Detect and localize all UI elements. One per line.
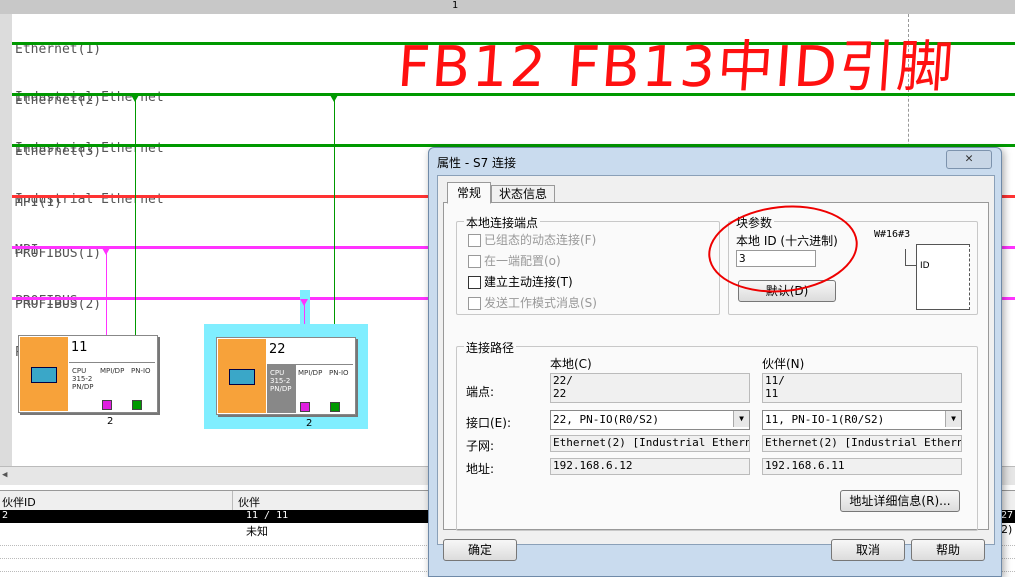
subnet-label: 子网:	[466, 439, 495, 453]
connector-arrow-icon	[300, 299, 308, 306]
station-name: 22	[269, 342, 286, 357]
checkbox-operating-mode-msg[interactable]	[468, 297, 481, 310]
divider	[69, 362, 155, 363]
checkbox-label: 在一端配置(o)	[484, 254, 561, 268]
ok-button[interactable]: 确定	[443, 539, 517, 561]
col-partner-header: 伙伴(N)	[762, 357, 805, 371]
profibus-port-icon[interactable]	[300, 402, 310, 412]
endpoint-label: 端点:	[466, 385, 495, 399]
connector-arrow-icon	[330, 95, 338, 102]
block-diagram-word: W#16#3	[874, 229, 911, 240]
subnet-partner-field: Ethernet(2) [Industrial Ethernet]	[762, 435, 962, 452]
checkbox-dynamic-connection[interactable]	[468, 234, 481, 247]
slot-pn-label: PN-IO	[131, 367, 151, 375]
block-diagram-pin: ID	[920, 261, 930, 271]
chevron-down-icon[interactable]: ▼	[945, 411, 961, 427]
group-title: 连接路径	[464, 339, 517, 356]
checkbox-label: 发送工作模式消息(S)	[484, 296, 597, 310]
endpoint-local-field: 22/ 22	[550, 373, 750, 403]
checkbox-active-connection[interactable]	[468, 276, 481, 289]
cancel-button[interactable]: 取消	[831, 539, 905, 561]
cell-partner-id: 2	[2, 510, 9, 521]
checkbox-label: 已组态的动态连接(F)	[484, 233, 597, 247]
cell-partner: 11 / 11	[246, 510, 289, 521]
station-11[interactable]: 11 CPU 315-2 PN/DP MPI/DP PN-IO	[18, 335, 158, 413]
rack-number: 2	[107, 416, 114, 427]
station-name: 11	[71, 340, 88, 355]
dialog-title: 属性 - S7 连接	[437, 156, 517, 170]
endpoint-partner-field: 11/ 11	[762, 373, 962, 403]
connector-arrow-icon	[102, 248, 110, 255]
group-title: 本地连接端点	[464, 214, 541, 231]
address-partner-field: 192.168.6.11	[762, 458, 962, 475]
cpu-label: CPU 315-2 PN/DP	[270, 369, 292, 393]
slot-pn-label: PN-IO	[329, 369, 349, 377]
slot-mpi-label: MPI/DP	[298, 369, 323, 377]
plc-icon	[229, 369, 255, 385]
checkbox-label: 建立主动连接(T)	[484, 275, 573, 289]
ruler-column-number: 1	[452, 0, 459, 11]
drop-station11-ethernet	[135, 96, 136, 336]
col-divider	[232, 491, 233, 511]
station-22[interactable]: 22 CPU 315-2 PN/DP MPI/DP PN-IO	[216, 337, 356, 415]
col-local-header: 本地(C)	[550, 357, 592, 371]
col-header-partner[interactable]: 伙伴	[238, 494, 260, 510]
subnet-local-field: Ethernet(2) [Industrial Ethernet]	[550, 435, 750, 452]
drop-station11-profibus	[106, 249, 107, 336]
connector-arrow-icon	[131, 95, 139, 102]
row-header-bar	[0, 14, 12, 466]
slot-mpi-label: MPI/DP	[100, 367, 125, 375]
select-value: 22, PN-IO(R0/S2)	[553, 413, 659, 426]
rack-number: 2	[306, 418, 313, 429]
select-value: 11, PN-IO-1(R0/S2)	[765, 413, 885, 426]
col-header-partner-id[interactable]: 伙伴ID	[2, 494, 36, 510]
scroll-left-icon[interactable]: ◀	[2, 470, 7, 480]
ethernet-port-icon[interactable]	[330, 402, 340, 412]
block-diagram-pin-line	[905, 249, 906, 265]
drop-station22-ethernet	[334, 96, 335, 338]
cpu-label: CPU 315-2 PN/DP	[72, 367, 94, 391]
tab-general[interactable]: 常规	[447, 182, 491, 204]
address-details-button[interactable]: 地址详细信息(R)...	[840, 490, 960, 512]
cell-right: 27	[1001, 510, 1014, 521]
plc-icon	[31, 367, 57, 383]
cell-partner: 未知	[246, 525, 268, 538]
s7-connection-properties-dialog[interactable]: 属性 - S7 连接 ✕ 常规 状态信息 本地连接端点 已组态的动态连接(F) …	[428, 147, 1002, 577]
block-diagram-pin-line	[905, 265, 916, 266]
close-icon[interactable]: ✕	[946, 150, 992, 169]
profibus-port-icon[interactable]	[102, 400, 112, 410]
cell-right: 2)	[1001, 523, 1013, 536]
tab-panel-general: 本地连接端点 已组态的动态连接(F) 在一端配置(o) 建立主动连接(T) 发送…	[443, 198, 989, 531]
ethernet-port-icon[interactable]	[132, 400, 142, 410]
block-diagram	[916, 244, 970, 310]
interface-partner-select[interactable]: 11, PN-IO-1(R0/S2) ▼	[762, 410, 962, 430]
chevron-down-icon[interactable]: ▼	[733, 411, 749, 427]
checkbox-one-end-config[interactable]	[468, 255, 481, 268]
address-label: 地址:	[466, 462, 495, 476]
address-local-field: 192.168.6.12	[550, 458, 750, 475]
help-button[interactable]: 帮助	[911, 539, 985, 561]
interface-label: 接口(E):	[466, 416, 511, 430]
interface-local-select[interactable]: 22, PN-IO(R0/S2) ▼	[550, 410, 750, 430]
handwritten-annotation: FB12 FB13中ID引脚	[395, 35, 958, 100]
